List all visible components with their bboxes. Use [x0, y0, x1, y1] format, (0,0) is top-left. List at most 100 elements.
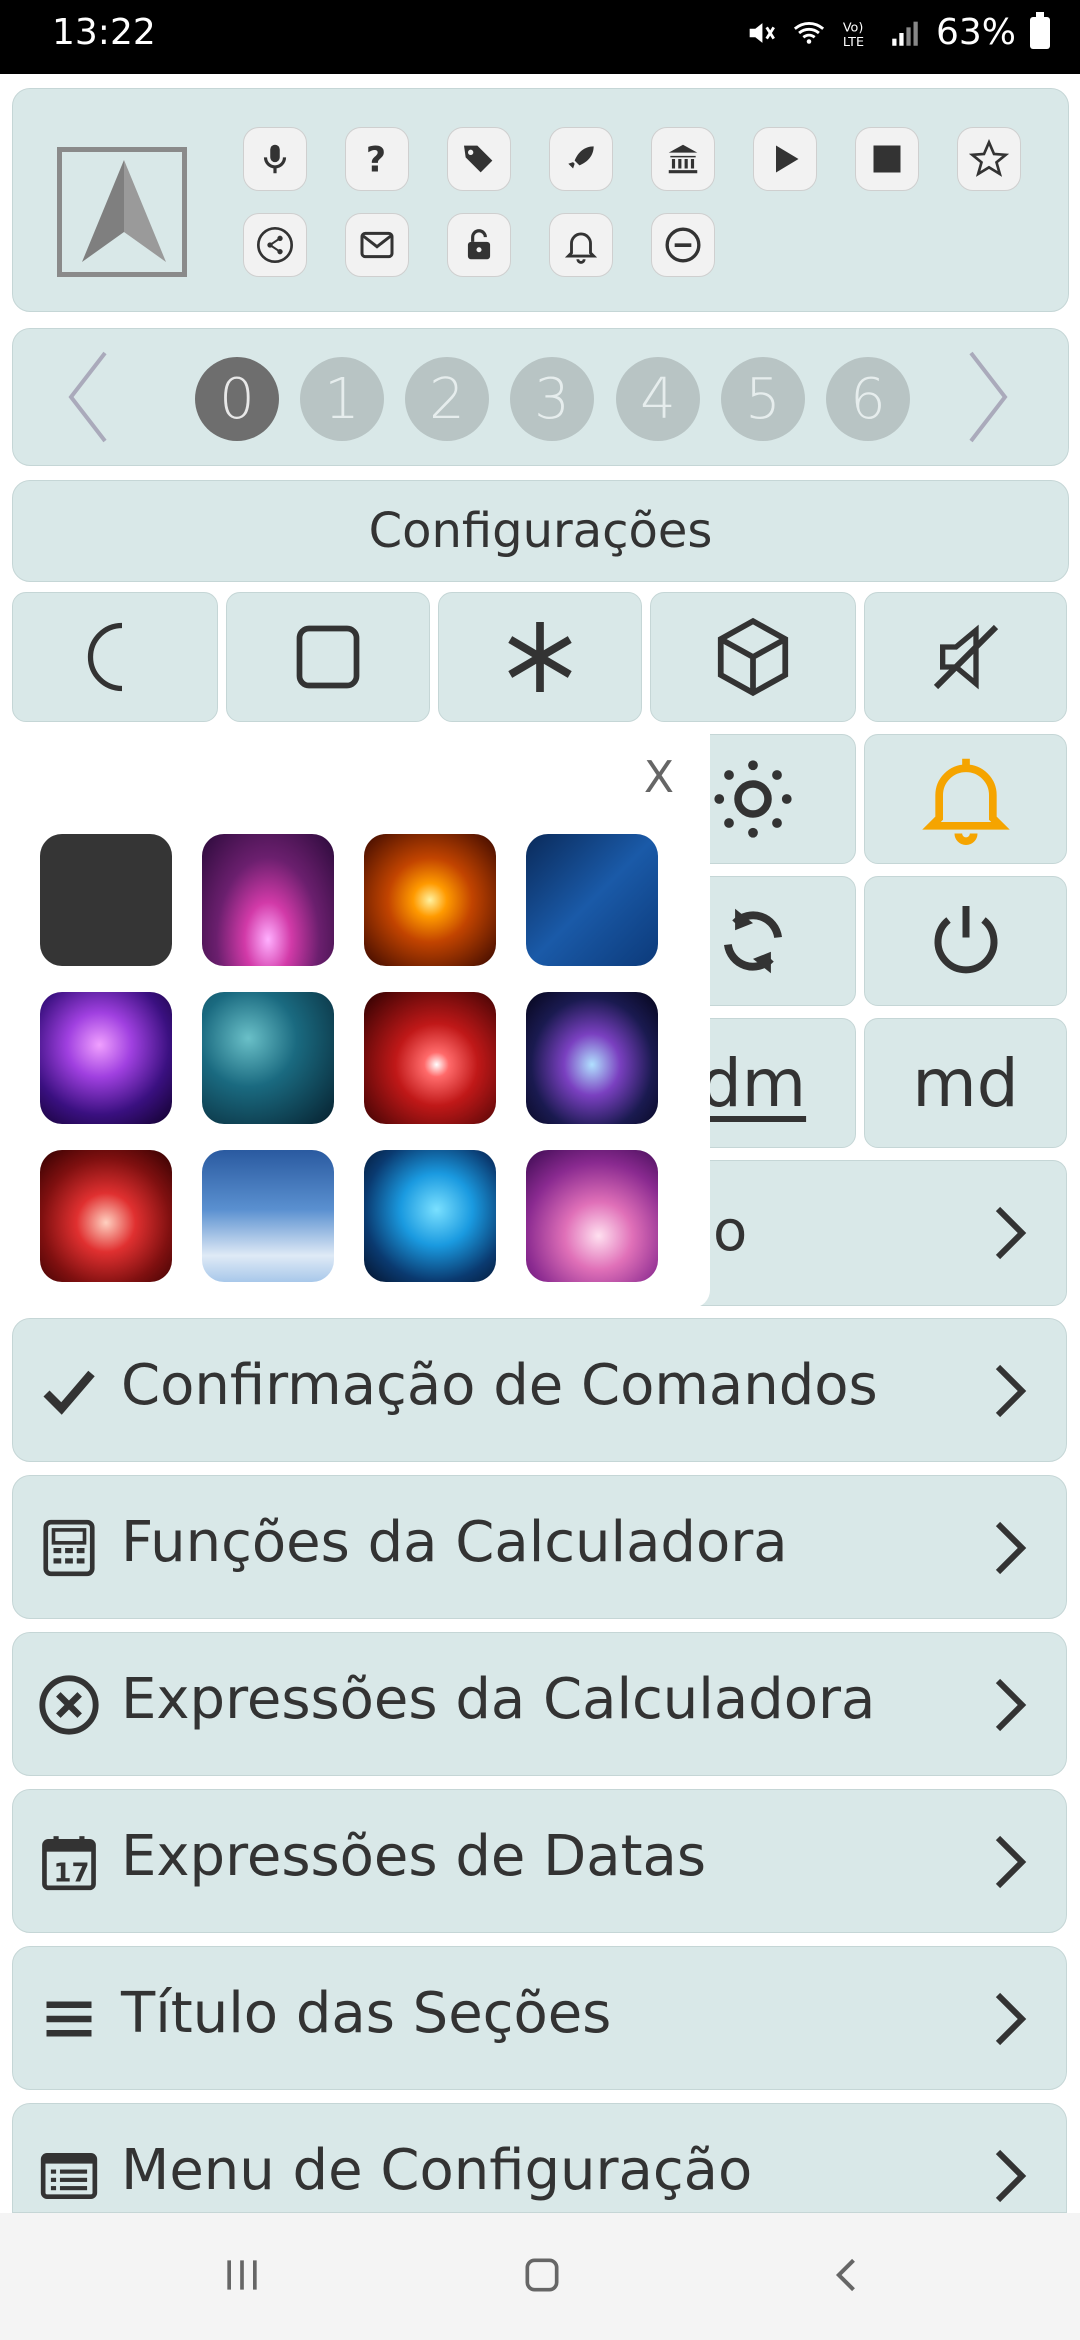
mail-button[interactable] [345, 213, 409, 277]
swatch-magenta-nebula[interactable] [202, 834, 334, 966]
minus-circle-button[interactable] [651, 213, 715, 277]
menu-item-confirmation[interactable]: Confirmação de Comandos [12, 1318, 1067, 1462]
swatch-galaxy[interactable] [526, 992, 658, 1124]
mute-tile[interactable] [864, 592, 1067, 722]
menu-item-settings-menu[interactable]: Menu de Configuração [12, 2103, 1067, 2213]
pager-prev-icon[interactable] [63, 349, 113, 445]
system-nav-bar [0, 2213, 1080, 2340]
unlock-button[interactable] [447, 213, 511, 277]
menu-item-label: Funções da Calculadora [121, 1510, 788, 1575]
md-label: md [912, 1044, 1019, 1122]
background-picker-popup: X [0, 730, 710, 1308]
app-logo[interactable] [57, 147, 187, 277]
back-icon[interactable] [826, 2253, 870, 2297]
section-title: Configurações [12, 480, 1069, 582]
swatch-pink-blur[interactable] [526, 1150, 658, 1282]
share-icon [257, 227, 293, 263]
bell-icon [921, 758, 1010, 845]
menu-list-icon [40, 2153, 98, 2199]
mail-icon [360, 231, 394, 259]
help-icon: ? [366, 141, 386, 178]
unlock-icon [467, 229, 491, 260]
square-tile[interactable] [226, 592, 430, 722]
chevron-right-icon [995, 2149, 1027, 2203]
page-dot-4[interactable]: 4 [616, 357, 700, 441]
status-time: 13:22 [52, 12, 156, 53]
minus-circle-icon [665, 227, 701, 263]
cube-icon [717, 617, 789, 697]
stop-button[interactable] [855, 127, 919, 191]
swatch-dark-gray[interactable] [40, 834, 172, 966]
play-button[interactable] [753, 127, 817, 191]
home-icon[interactable] [520, 2253, 564, 2297]
calendar-day-text: 17 [54, 1858, 90, 1888]
bell-button[interactable] [549, 213, 613, 277]
toolbar-panel: ? [12, 88, 1069, 312]
svg-text:Vo): Vo) [843, 20, 864, 35]
star-button[interactable] [957, 127, 1021, 191]
page-dot-3[interactable]: 3 [510, 357, 594, 441]
pager-next-icon[interactable] [963, 349, 1013, 445]
covered-row-text: o [713, 1199, 748, 1264]
chevron-right-icon [995, 1992, 1027, 2046]
tag-button[interactable] [447, 127, 511, 191]
x-circle-icon [39, 1675, 99, 1735]
swatch-blue-polygon[interactable] [526, 834, 658, 966]
pager-panel: 0 1 2 3 4 5 6 [12, 328, 1069, 466]
chevron-right-icon [995, 1364, 1027, 1418]
dark-mode-tile[interactable] [12, 592, 218, 722]
swatch-red-sparkle[interactable] [364, 992, 496, 1124]
bank-icon [668, 144, 698, 174]
page-dot-0[interactable]: 0 [195, 357, 279, 441]
page-dot-5[interactable]: 5 [721, 357, 805, 441]
menu-item-section-titles[interactable]: Título das Seções [12, 1946, 1067, 2090]
swatch-red-bokeh[interactable] [40, 1150, 172, 1282]
popup-close-button[interactable]: X [644, 752, 674, 803]
menu-item-date-expressions[interactable]: 17 Expressões de Datas [12, 1789, 1067, 1933]
swatch-sky-clouds[interactable] [202, 1150, 334, 1282]
notification-tile[interactable] [864, 734, 1067, 864]
mic-button[interactable] [243, 127, 307, 191]
battery-icon [1030, 11, 1050, 49]
swatch-teal-bokeh[interactable] [202, 992, 334, 1124]
tag-icon [464, 145, 493, 173]
power-icon [934, 906, 997, 974]
asterisk-icon [508, 622, 572, 692]
menu-item-calculator-expressions[interactable]: Expressões da Calculadora [12, 1632, 1067, 1776]
square-icon [296, 625, 360, 689]
moon-icon [87, 622, 123, 692]
menu-item-label: Expressões da Calculadora [121, 1667, 876, 1732]
calendar-icon: 17 [37, 1830, 101, 1894]
page-dot-1[interactable]: 1 [300, 357, 384, 441]
calculator-icon [43, 1519, 95, 1577]
mute-icon [933, 624, 998, 690]
chevron-right-icon [995, 1678, 1027, 1732]
swatch-orange-flare[interactable] [364, 834, 496, 966]
bank-button[interactable] [651, 127, 715, 191]
power-tile[interactable] [864, 876, 1067, 1006]
status-bar: 13:22 Vo) LTE 63% [0, 0, 1080, 74]
swatch-cyan-abstract[interactable] [364, 1150, 496, 1282]
date-format-md-tile[interactable]: md [864, 1018, 1067, 1148]
page-dot-2[interactable]: 2 [405, 357, 489, 441]
page-dot-6[interactable]: 6 [826, 357, 910, 441]
help-button[interactable]: ? [345, 127, 409, 191]
swatch-violet-glow[interactable] [40, 992, 172, 1124]
rocket-button[interactable] [549, 127, 613, 191]
menu-item-label: Expressões de Datas [121, 1824, 707, 1889]
recents-icon[interactable] [220, 2253, 264, 2297]
battery-percent: 63% [935, 12, 1016, 53]
bell-icon [564, 232, 598, 264]
menu-item-label: Menu de Configuração [121, 2138, 753, 2203]
dm-label: dm [699, 1044, 807, 1122]
asterisk-tile[interactable] [438, 592, 642, 722]
share-button[interactable] [243, 213, 307, 277]
sun-icon [714, 760, 792, 838]
chevron-right-icon [995, 1835, 1027, 1889]
cube-tile[interactable] [650, 592, 856, 722]
volte-icon: Vo)LTE [843, 20, 864, 49]
svg-text:?: ? [366, 141, 386, 178]
chevron-right-icon [995, 1521, 1027, 1575]
menu-item-calculator-functions[interactable]: Funções da Calculadora [12, 1475, 1067, 1619]
mute-status-icon [749, 22, 775, 43]
